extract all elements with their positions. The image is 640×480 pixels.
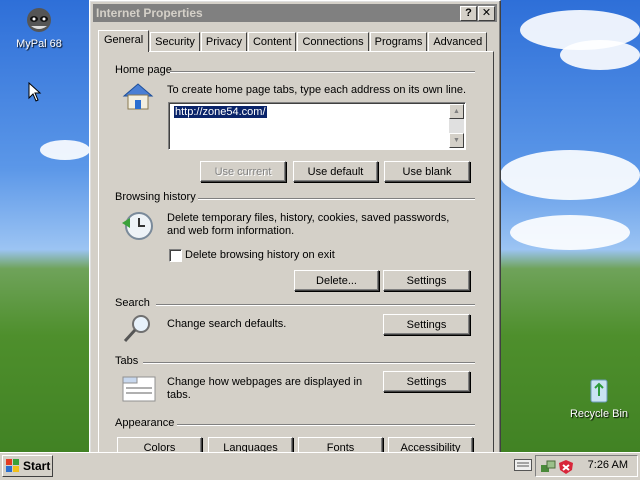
divider [156, 304, 475, 306]
window-title: Internet Properties [96, 6, 203, 20]
security-shield-icon[interactable] [558, 459, 574, 478]
search-magnifier-icon [122, 313, 154, 348]
keyboard-icon[interactable] [514, 459, 532, 474]
home-icon [121, 81, 155, 114]
desktop-icon-mypal[interactable]: MyPal 68 [4, 4, 74, 50]
search-settings-button[interactable]: Settings [383, 314, 470, 335]
use-current-button[interactable]: Use current [200, 161, 286, 182]
cloud [510, 215, 630, 250]
search-description: Change search defaults. [167, 318, 287, 330]
tabs-settings-button[interactable]: Settings [383, 371, 470, 392]
tab-strip: General Security Privacy Content Connect… [98, 30, 488, 52]
tab-security[interactable]: Security [150, 32, 200, 51]
tabs-description-2: tabs. [167, 389, 191, 401]
tabs-window-icon [122, 373, 156, 406]
tabs-heading: Tabs [115, 355, 139, 367]
search-heading: Search [115, 297, 150, 309]
windows-logo-icon [6, 459, 19, 472]
taskbar: Start 7:26 AM [0, 452, 640, 480]
close-button[interactable]: ✕ [478, 6, 495, 21]
use-default-button[interactable]: Use default [293, 161, 378, 182]
tab-privacy[interactable]: Privacy [200, 32, 247, 51]
browsing-history-description-1: Delete temporary files, history, cookies… [167, 212, 450, 224]
delete-history-on-exit-label[interactable]: Delete browsing history on exit [185, 249, 335, 262]
browsing-history-description-2: and web form information. [167, 225, 295, 237]
home-page-description: To create home page tabs, type each addr… [167, 84, 467, 96]
internet-properties-window: Internet Properties ? ✕ General Security… [89, 0, 501, 462]
cloud [560, 40, 640, 70]
home-page-heading: Home page [115, 64, 172, 76]
clock[interactable]: 7:26 AM [588, 459, 628, 471]
tab-connections[interactable]: Connections [297, 32, 369, 51]
desktop-icon-recycle-bin[interactable]: Recycle Bin [564, 374, 634, 420]
delete-button[interactable]: Delete... [294, 270, 379, 291]
tab-general[interactable]: General [98, 30, 150, 52]
system-tray: 7:26 AM [535, 455, 638, 477]
scrollbar[interactable]: ▲ ▼ [449, 104, 464, 148]
cloud [500, 150, 640, 200]
network-icon[interactable] [540, 459, 556, 478]
appearance-heading: Appearance [115, 417, 175, 429]
start-label: Start [23, 459, 51, 473]
help-button[interactable]: ? [460, 6, 477, 21]
divider [177, 424, 475, 426]
desktop-icon-label: MyPal 68 [16, 38, 62, 50]
tabs-description-1: Change how webpages are displayed in [167, 376, 363, 388]
desktop-icon-label: Recycle Bin [569, 408, 629, 420]
scroll-up-icon[interactable]: ▲ [449, 104, 464, 119]
tab-content[interactable]: Content [247, 32, 297, 51]
cloud [40, 140, 90, 160]
home-page-url: http://zone54.com/ [174, 106, 267, 118]
raccoon-icon [23, 4, 55, 36]
history-clock-icon [120, 209, 154, 246]
delete-history-on-exit-checkbox[interactable] [169, 249, 182, 262]
recycle-bin-icon [583, 374, 615, 406]
divider [170, 71, 475, 73]
use-blank-button[interactable]: Use blank [384, 161, 470, 182]
scroll-down-icon[interactable]: ▼ [449, 133, 464, 148]
start-button[interactable]: Start [2, 455, 53, 477]
divider [198, 198, 475, 200]
home-page-input[interactable]: http://zone54.com/ ▲ ▼ [168, 102, 466, 150]
browsing-history-heading: Browsing history [115, 191, 196, 203]
mouse-cursor-icon [28, 82, 42, 102]
tab-advanced[interactable]: Advanced [428, 32, 488, 51]
title-bar[interactable]: Internet Properties ? ✕ [93, 4, 497, 22]
browsing-history-settings-button[interactable]: Settings [383, 270, 470, 291]
divider [143, 362, 475, 364]
tab-programs[interactable]: Programs [369, 32, 428, 51]
